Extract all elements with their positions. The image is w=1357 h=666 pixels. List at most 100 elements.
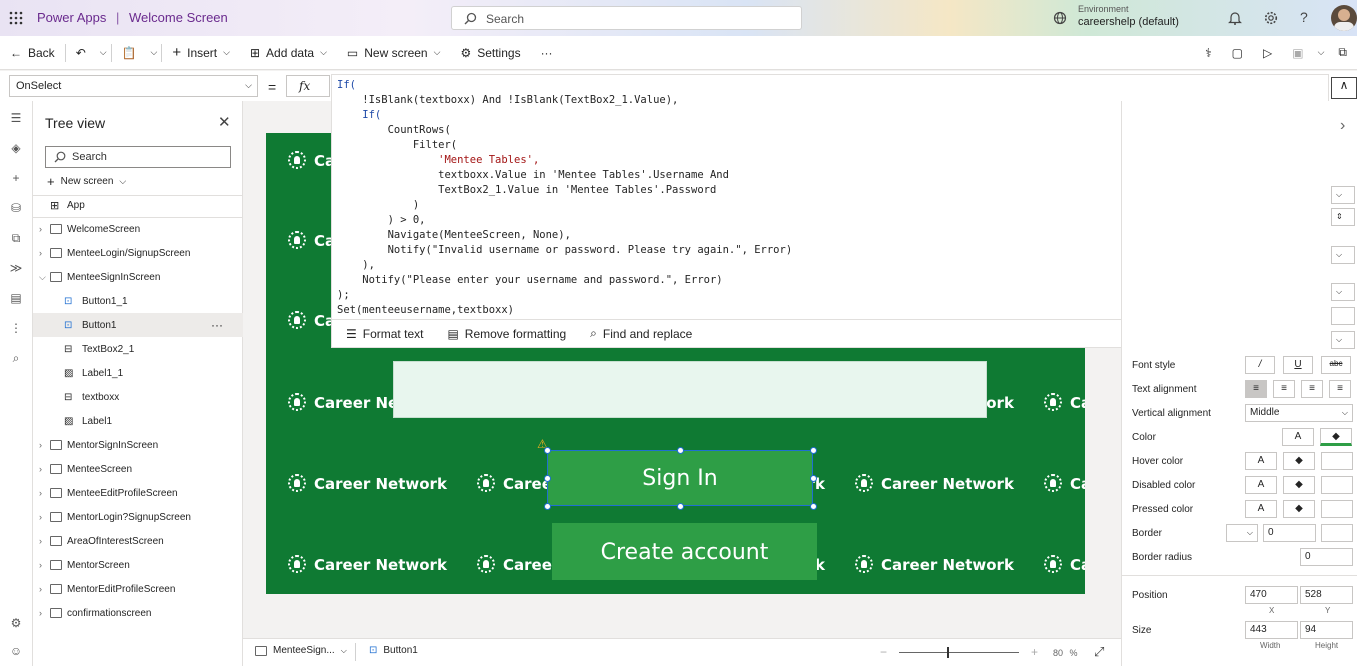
settings-rail-icon[interactable]: ⚙: [7, 616, 25, 634]
fx-button[interactable]: fx: [286, 75, 330, 97]
add-data-button[interactable]: ⊞ Add data ⌵: [240, 36, 337, 70]
tree-search-input[interactable]: Search: [45, 146, 231, 168]
hamburger-icon[interactable]: ☰: [7, 111, 25, 129]
control-breadcrumb[interactable]: ⊡ Button1: [369, 645, 418, 656]
tree-item-mentoreditprofilescreen[interactable]: › MentorEditProfileScreen: [33, 577, 243, 601]
data-icon[interactable]: ⛁: [7, 201, 25, 219]
disabled-fill-color-button[interactable]: ◆: [1283, 476, 1315, 494]
border-color-button[interactable]: [1321, 524, 1353, 542]
back-button[interactable]: ← Back: [0, 36, 65, 70]
virtual-agent-icon[interactable]: ☺: [7, 644, 25, 662]
vertical-alignment-dropdown[interactable]: Middle ⌵: [1245, 404, 1353, 422]
hover-text-color-button[interactable]: A: [1245, 452, 1277, 470]
fill-color-button[interactable]: ◆: [1320, 428, 1352, 446]
fullscreen-icon[interactable]: ⤢: [1094, 644, 1104, 660]
property-dropdown[interactable]: OnSelect ⌵: [9, 75, 258, 97]
variables-icon[interactable]: ⋮: [7, 321, 25, 339]
tree-item-textbox2-1[interactable]: ⊟ TextBox2_1: [33, 337, 243, 361]
components-icon[interactable]: ▤: [7, 291, 25, 309]
format-text-button[interactable]: ☰ Format text: [346, 327, 423, 341]
comments-button[interactable]: ▢: [1222, 36, 1253, 70]
hover-fill-color-button[interactable]: ◆: [1283, 452, 1315, 470]
tree-item-mentorloginsignupscreen[interactable]: › MentorLogin?SignupScreen: [33, 505, 243, 529]
dropdown-stub[interactable]: ⌵: [1331, 186, 1355, 204]
global-search[interactable]: Search: [451, 6, 802, 30]
insert-plus-icon[interactable]: +: [7, 171, 25, 189]
resize-handle[interactable]: [677, 503, 684, 510]
border-width-input[interactable]: 0: [1263, 524, 1316, 542]
tree-item-app[interactable]: ⊞ App: [33, 193, 243, 217]
app-launcher-icon[interactable]: [9, 11, 23, 25]
zoom-in-icon[interactable]: +: [1031, 645, 1038, 659]
undo-dropdown[interactable]: ⌵: [96, 36, 111, 70]
bell-icon[interactable]: [1228, 11, 1242, 28]
undo-button[interactable]: ↶: [66, 36, 96, 70]
size-height-input[interactable]: 94: [1300, 621, 1353, 639]
border-style-dropdown[interactable]: ⌵: [1226, 524, 1258, 542]
zoom-slider-thumb[interactable]: [947, 647, 949, 658]
dropdown-stub[interactable]: ⌵: [1331, 283, 1355, 301]
resize-handle[interactable]: [544, 475, 551, 482]
paste-dropdown[interactable]: ⌵: [147, 36, 162, 70]
find-replace-button[interactable]: ⌕ Find and replace: [590, 326, 692, 341]
tree-item-menteeeditprofilescreen[interactable]: › MenteeEditProfileScreen: [33, 481, 243, 505]
resize-handle[interactable]: [810, 503, 817, 510]
align-center-button[interactable]: ≡: [1245, 380, 1267, 398]
password-input-preview[interactable]: [393, 361, 987, 418]
tree-item-welcomescreen[interactable]: › WelcomeScreen: [33, 217, 243, 241]
resize-handle[interactable]: [544, 447, 551, 454]
save-dropdown[interactable]: ⌵: [1314, 36, 1329, 70]
publish-button[interactable]: ⧉: [1328, 36, 1357, 70]
align-left-button[interactable]: ≡: [1273, 380, 1295, 398]
layers-icon[interactable]: ◈: [7, 141, 25, 159]
insert-button[interactable]: + Insert ⌵: [162, 36, 240, 70]
collapse-formula-button[interactable]: ∧: [1331, 77, 1357, 99]
stepper-stub[interactable]: ⇕: [1331, 208, 1355, 226]
zoom-out-icon[interactable]: −: [880, 645, 887, 659]
hover-border-color-button[interactable]: [1321, 452, 1353, 470]
tree-item-button1[interactable]: ⊡ Button1 ···: [33, 313, 243, 337]
position-y-input[interactable]: 528: [1300, 586, 1353, 604]
save-button[interactable]: ▣: [1282, 36, 1313, 70]
tree-item-menteescreen[interactable]: › MenteeScreen: [33, 457, 243, 481]
chevron-right-icon[interactable]: ›: [1340, 117, 1345, 135]
underline-button[interactable]: U: [1283, 356, 1313, 374]
italic-button[interactable]: /: [1245, 356, 1275, 374]
media-icon[interactable]: ⧉: [7, 231, 25, 249]
search-rail-icon[interactable]: ⌕: [7, 351, 25, 369]
more-button[interactable]: ···: [531, 36, 563, 70]
resize-handle[interactable]: [544, 503, 551, 510]
gear-icon[interactable]: [1264, 11, 1278, 28]
avatar[interactable]: [1331, 5, 1357, 31]
disabled-text-color-button[interactable]: A: [1245, 476, 1277, 494]
text-color-button[interactable]: A: [1282, 428, 1314, 446]
input-stub[interactable]: [1331, 307, 1355, 325]
dropdown-stub[interactable]: ⌵: [1331, 246, 1355, 264]
pressed-text-color-button[interactable]: A: [1245, 500, 1277, 518]
new-screen-button[interactable]: ▭ New screen ⌵: [337, 36, 451, 70]
close-icon[interactable]: ✕: [218, 113, 231, 131]
environment-picker[interactable]: Environment careershelp (default): [1078, 4, 1218, 32]
pressed-border-color-button[interactable]: [1321, 500, 1353, 518]
resize-handle[interactable]: [810, 475, 817, 482]
preview-button[interactable]: ▷: [1253, 36, 1282, 70]
align-right-button[interactable]: ≡: [1301, 380, 1323, 398]
remove-formatting-button[interactable]: ▤ Remove formatting: [447, 327, 566, 341]
tree-item-label1[interactable]: ▨ Label1: [33, 409, 243, 433]
tree-item-menteeloginsignupscreen[interactable]: › MenteeLogin/SignupScreen: [33, 241, 243, 265]
border-radius-input[interactable]: 0: [1300, 548, 1353, 566]
tree-item-areaofinterestscreen[interactable]: › AreaOfInterestScreen: [33, 529, 243, 553]
power-automate-icon[interactable]: ≫: [7, 261, 25, 279]
tree-item-confirmationscreen[interactable]: › confirmationscreen: [33, 601, 243, 625]
strikethrough-button[interactable]: abc: [1321, 356, 1351, 374]
zoom-slider[interactable]: [899, 647, 1019, 658]
tree-item-button1-1[interactable]: ⊡ Button1_1: [33, 289, 243, 313]
position-x-input[interactable]: 470: [1245, 586, 1298, 604]
screen-breadcrumb[interactable]: MenteeSign... ⌵: [255, 645, 347, 656]
disabled-border-color-button[interactable]: [1321, 476, 1353, 494]
tree-new-screen-button[interactable]: + New screen ⌵: [47, 174, 126, 189]
resize-handle[interactable]: [677, 447, 684, 454]
tree-item-mentorscreen[interactable]: › MentorScreen: [33, 553, 243, 577]
tree-item-mentorsigninscreen[interactable]: › MentorSignInScreen: [33, 433, 243, 457]
settings-button[interactable]: ⚙ Settings: [450, 36, 530, 70]
